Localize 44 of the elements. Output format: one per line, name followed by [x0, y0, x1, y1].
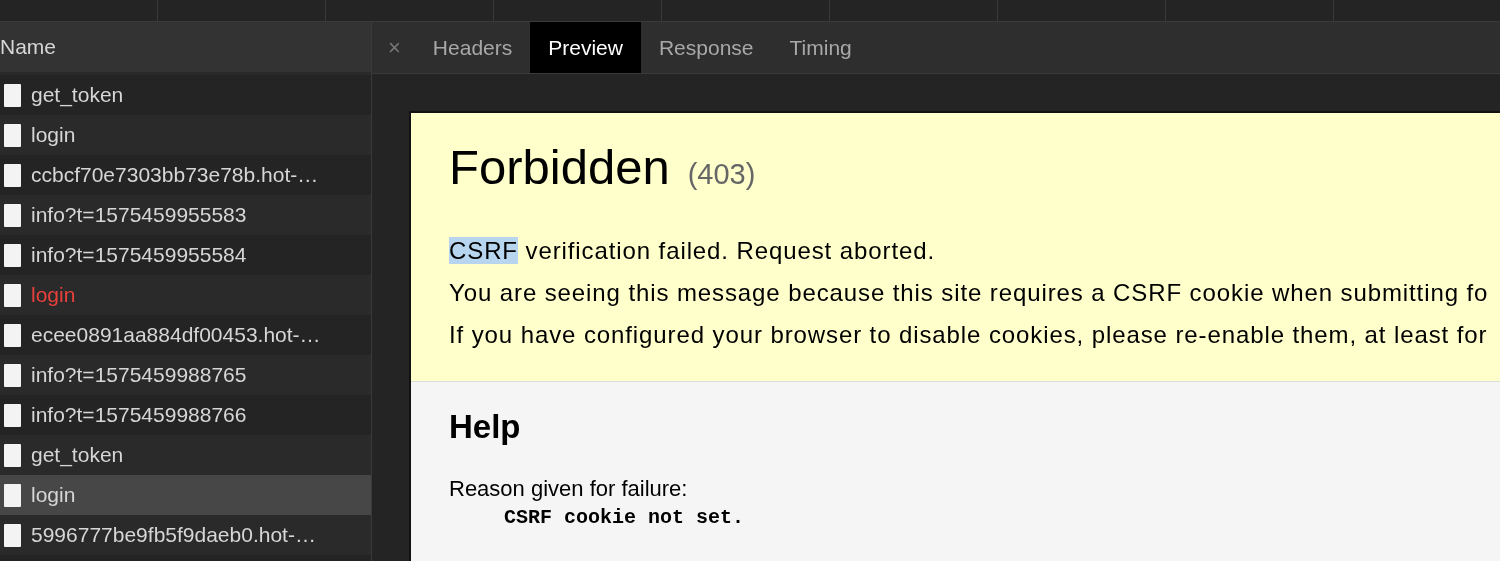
tab[interactable]: Preview: [530, 22, 641, 73]
request-name: get_token: [31, 83, 124, 107]
column-header[interactable]: Name: [0, 35, 57, 59]
status-code: (403): [687, 158, 756, 191]
request-name: info?t=1575459955584: [31, 243, 247, 267]
request-row[interactable]: info?t=1575459988765: [0, 355, 371, 395]
request-row[interactable]: get_token: [0, 435, 371, 475]
request-row[interactable]: 5996777be9fb5f9daeb0.hot-…: [0, 515, 371, 555]
reason-label: Reason given for failure:: [449, 476, 689, 502]
request-name: info?t=1575459988766: [31, 403, 247, 427]
paragraph: You are seeing this message because this site requires a CSRF cookie when submitting fo: [449, 279, 1490, 307]
request-row[interactable]: info?t=1575459955583: [0, 195, 371, 235]
tab[interactable]: Timing: [771, 22, 870, 73]
request-name: login: [31, 483, 76, 507]
tab[interactable]: Headers: [414, 22, 531, 73]
request-name: login: [31, 123, 76, 147]
request-name: info?t=1575459988765: [31, 363, 247, 387]
file-icon: [4, 243, 21, 267]
reason-code: CSRF cookie not set.: [504, 506, 746, 529]
page-title: Forbidden: [449, 139, 670, 195]
request-row[interactable]: login: [0, 475, 371, 515]
request-name: 5996777be9fb5f9daeb0.hot-…: [31, 523, 316, 547]
file-icon: [4, 83, 21, 107]
paragraph: If you have configured your browser to disable cookies, please re-enable them, at least for: [449, 321, 1489, 349]
request-name: ccbcf70e7303bb73e78b.hot-…: [31, 163, 319, 187]
file-icon: [4, 283, 21, 307]
file-icon: [4, 483, 21, 507]
error-message: CSRF verification failed. Request aborted.: [449, 237, 937, 265]
request-row[interactable]: login: [0, 275, 371, 315]
file-icon: [4, 163, 21, 187]
file-icon: [4, 403, 21, 427]
tab[interactable]: Response: [640, 22, 772, 73]
request-name: info?t=1575459955583: [31, 203, 247, 227]
help-heading: Help: [449, 408, 522, 446]
request-name: ecee0891aa884df00453.hot-…: [31, 323, 321, 347]
request-name: get_token: [31, 443, 124, 467]
file-icon: [4, 363, 21, 387]
file-icon: [4, 203, 21, 227]
request-row[interactable]: login: [0, 115, 371, 155]
file-icon: [4, 323, 21, 347]
request-name: login: [31, 283, 76, 307]
file-icon: [4, 443, 21, 467]
file-icon: [4, 523, 21, 547]
file-icon: [4, 123, 21, 147]
